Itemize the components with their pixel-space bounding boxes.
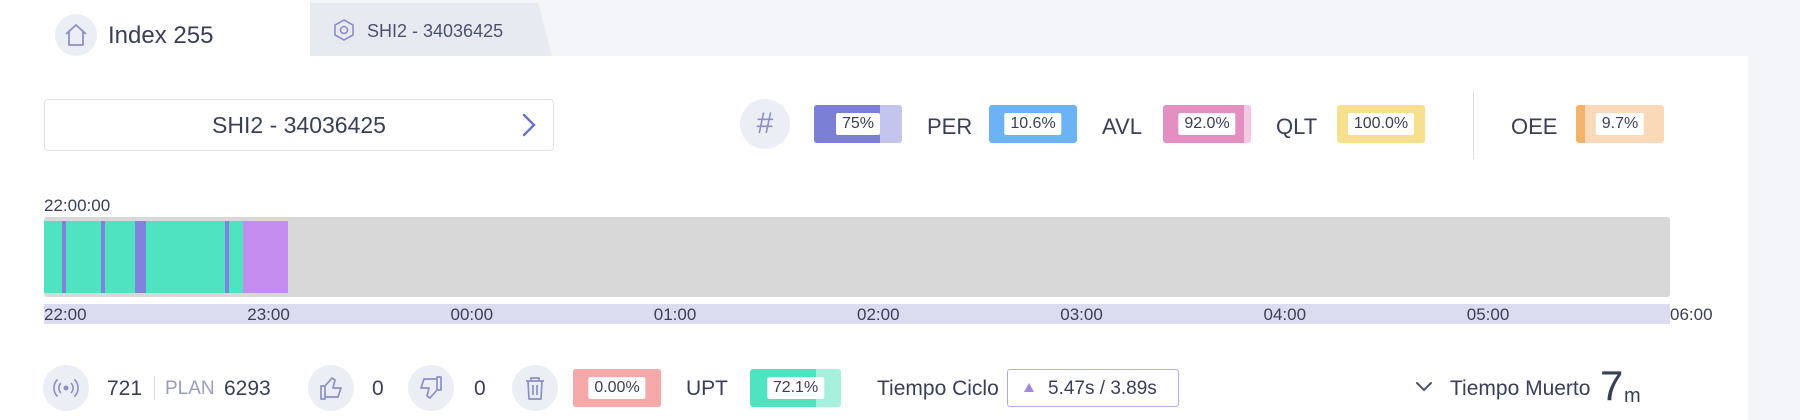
machine-selector-label: SHI2 - 34036425 — [212, 112, 386, 138]
bad-count: 0 — [474, 377, 486, 400]
avl-label: AVL — [1102, 114, 1142, 139]
muerto-label: Tiempo Muerto — [1450, 377, 1591, 400]
chevron-down-icon[interactable] — [1414, 380, 1434, 394]
timeline-segment-stop[interactable] — [243, 221, 288, 293]
thumbs-down-icon[interactable] — [408, 365, 454, 411]
qlt-kpi: 100.0% — [1337, 105, 1425, 143]
sensor-icon[interactable] — [43, 365, 89, 411]
timeline-tick-label: 00:00 — [450, 305, 494, 324]
chevron-right-icon — [522, 113, 536, 137]
ciclo-value: 5.47s / 3.89s — [1048, 378, 1157, 399]
avl-kpi-value: 92.0% — [1178, 113, 1236, 135]
timeline-tick-label: 02:00 — [857, 305, 900, 324]
timeline-segment-running[interactable] — [104, 221, 136, 293]
oee-kpi-fill — [1576, 105, 1585, 143]
qlt-kpi-value: 100.0% — [1347, 113, 1415, 135]
ciclo-box[interactable]: 5.47s / 3.89s — [1007, 369, 1179, 407]
timeline-tick-label: 05:00 — [1466, 305, 1510, 324]
timeline-tick-label: 22:00 — [44, 305, 87, 324]
timeline-segment-running[interactable] — [44, 221, 63, 293]
timeline-bar[interactable] — [44, 217, 1670, 297]
upt-label: UPT — [686, 377, 728, 400]
muerto-value: 7 — [1600, 362, 1624, 409]
timeline-tick-label: 04:00 — [1263, 305, 1307, 324]
count-kpi-value: 75% — [835, 113, 881, 135]
tab-index-label[interactable]: Index 255 — [108, 22, 213, 50]
oee-kpi-value: 9.7% — [1595, 113, 1645, 135]
hexagon-icon — [332, 18, 356, 42]
timeline-start-label: 22:00:00 — [44, 196, 111, 215]
timeline-tick-label: 23:00 — [247, 305, 290, 324]
count-kpi: 75% — [814, 105, 902, 143]
ciclo-label: Tiempo Ciclo — [877, 377, 999, 400]
home-icon[interactable] — [55, 14, 97, 56]
muerto-unit: m — [1624, 385, 1641, 407]
machine-selector[interactable]: SHI2 - 34036425 — [44, 99, 554, 151]
count-divider — [154, 376, 155, 400]
scrap-kpi: 0.00% — [573, 369, 661, 407]
timeline-segment-running[interactable] — [228, 221, 244, 293]
timeline-segment-micro-stop[interactable] — [135, 221, 146, 293]
thumbs-up-icon[interactable] — [308, 365, 354, 411]
oee-kpi: 9.7% — [1576, 105, 1664, 143]
avl-kpi: 92.0% — [1163, 105, 1251, 143]
per-kpi-value: 10.6% — [1004, 113, 1062, 135]
good-count: 0 — [372, 377, 384, 400]
per-kpi: 10.6% — [989, 105, 1077, 143]
timeline-tick-label: 03:00 — [1060, 305, 1103, 324]
triangle-up-icon — [1024, 383, 1034, 392]
timeline-segment-running[interactable] — [145, 221, 225, 293]
timeline-tick-label: 06:00 — [1670, 305, 1713, 324]
timeline-tick-label: 01:00 — [653, 305, 697, 324]
plan-value: 6293 — [224, 377, 271, 400]
per-label: PER — [927, 114, 973, 139]
production-count: 721 — [107, 377, 143, 400]
oee-label: OEE — [1511, 114, 1558, 139]
scrap-kpi-value: 0.00% — [588, 377, 646, 399]
upt-kpi-value: 72.1% — [766, 377, 825, 399]
qlt-label: QLT — [1276, 114, 1318, 139]
tab-machine-label[interactable]: SHI2 - 34036425 — [367, 21, 503, 42]
trash-icon[interactable] — [512, 365, 558, 411]
plan-label: PLAN — [165, 378, 215, 399]
kpi-divider — [1473, 91, 1474, 159]
hash-icon[interactable]: # — [740, 99, 790, 149]
upt-kpi: 72.1% — [750, 369, 841, 407]
timeline-segment-running[interactable] — [66, 221, 101, 293]
